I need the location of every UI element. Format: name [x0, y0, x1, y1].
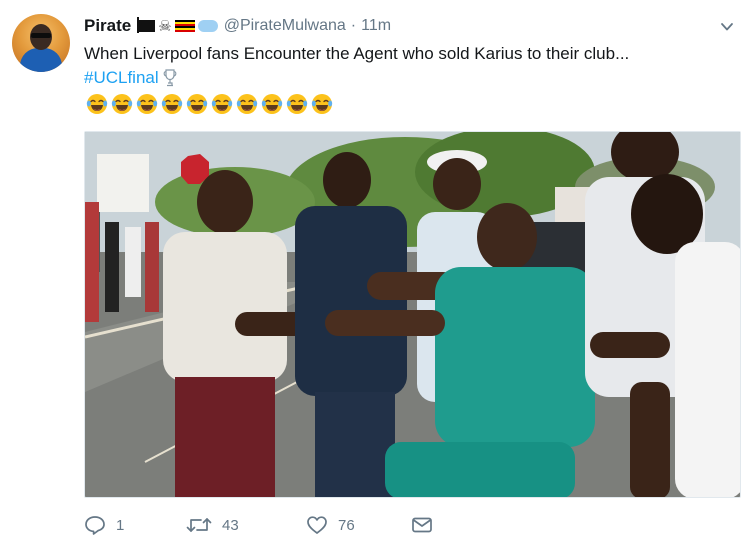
reply-icon	[85, 516, 105, 535]
tweet-card[interactable]: Pirate ☠ @PirateMulwana · 11m When Liver…	[0, 0, 750, 551]
hashtag-line: #UCLfinal	[84, 66, 177, 90]
avatar-sunglasses	[31, 33, 51, 38]
name-emoji-flags: ☠	[136, 17, 218, 35]
retweet-icon	[186, 518, 212, 532]
laughing-tears-emoji-icon	[161, 94, 183, 114]
tweet-timestamp[interactable]: 11m	[361, 17, 391, 35]
skull-crossbones-icon: ☠	[158, 17, 172, 35]
retweet-count: 43	[222, 516, 239, 534]
separator-dot: ·	[350, 17, 357, 34]
black-flag-icon	[137, 17, 156, 33]
laughing-tears-emoji-icon	[236, 94, 258, 114]
envelope-icon	[412, 517, 432, 533]
author-name[interactable]: Pirate	[84, 16, 131, 36]
photo-scene	[85, 132, 740, 497]
reply-count: 1	[116, 516, 125, 534]
tweet-photo[interactable]	[84, 131, 741, 498]
chevron-down-icon[interactable]	[720, 20, 734, 34]
laughing-tears-emoji-icon	[86, 94, 108, 114]
heart-icon	[307, 516, 327, 534]
laughing-tears-emoji-icon	[311, 94, 333, 114]
author-handle[interactable]: @PirateMulwana	[224, 17, 346, 35]
like-button[interactable]: 76	[306, 515, 406, 535]
speech-bubble-icon	[197, 20, 218, 32]
laughing-tears-emoji-icon	[186, 94, 208, 114]
tweet-actions: 1 43 76	[84, 512, 451, 538]
retweet-button[interactable]: 43	[186, 515, 296, 535]
uganda-flag-icon	[174, 20, 195, 32]
trophy-icon	[163, 69, 177, 87]
laughing-tears-emoji-icon	[111, 94, 133, 114]
tweet-header: Pirate ☠ @PirateMulwana · 11m	[84, 14, 391, 38]
laughing-emoji-row	[86, 93, 333, 115]
direct-message-button[interactable]	[411, 516, 451, 534]
hashtag-link[interactable]: #UCLfinal	[84, 66, 159, 90]
avatar-body	[20, 48, 62, 72]
laughing-tears-emoji-icon	[261, 94, 283, 114]
avatar[interactable]	[12, 14, 70, 72]
laughing-tears-emoji-icon	[286, 94, 308, 114]
tweet-text: When Liverpool fans Encounter the Agent …	[84, 44, 630, 63]
laughing-tears-emoji-icon	[136, 94, 158, 114]
laughing-tears-emoji-icon	[211, 94, 233, 114]
reply-button[interactable]: 1	[84, 515, 184, 535]
like-count: 76	[338, 516, 355, 534]
